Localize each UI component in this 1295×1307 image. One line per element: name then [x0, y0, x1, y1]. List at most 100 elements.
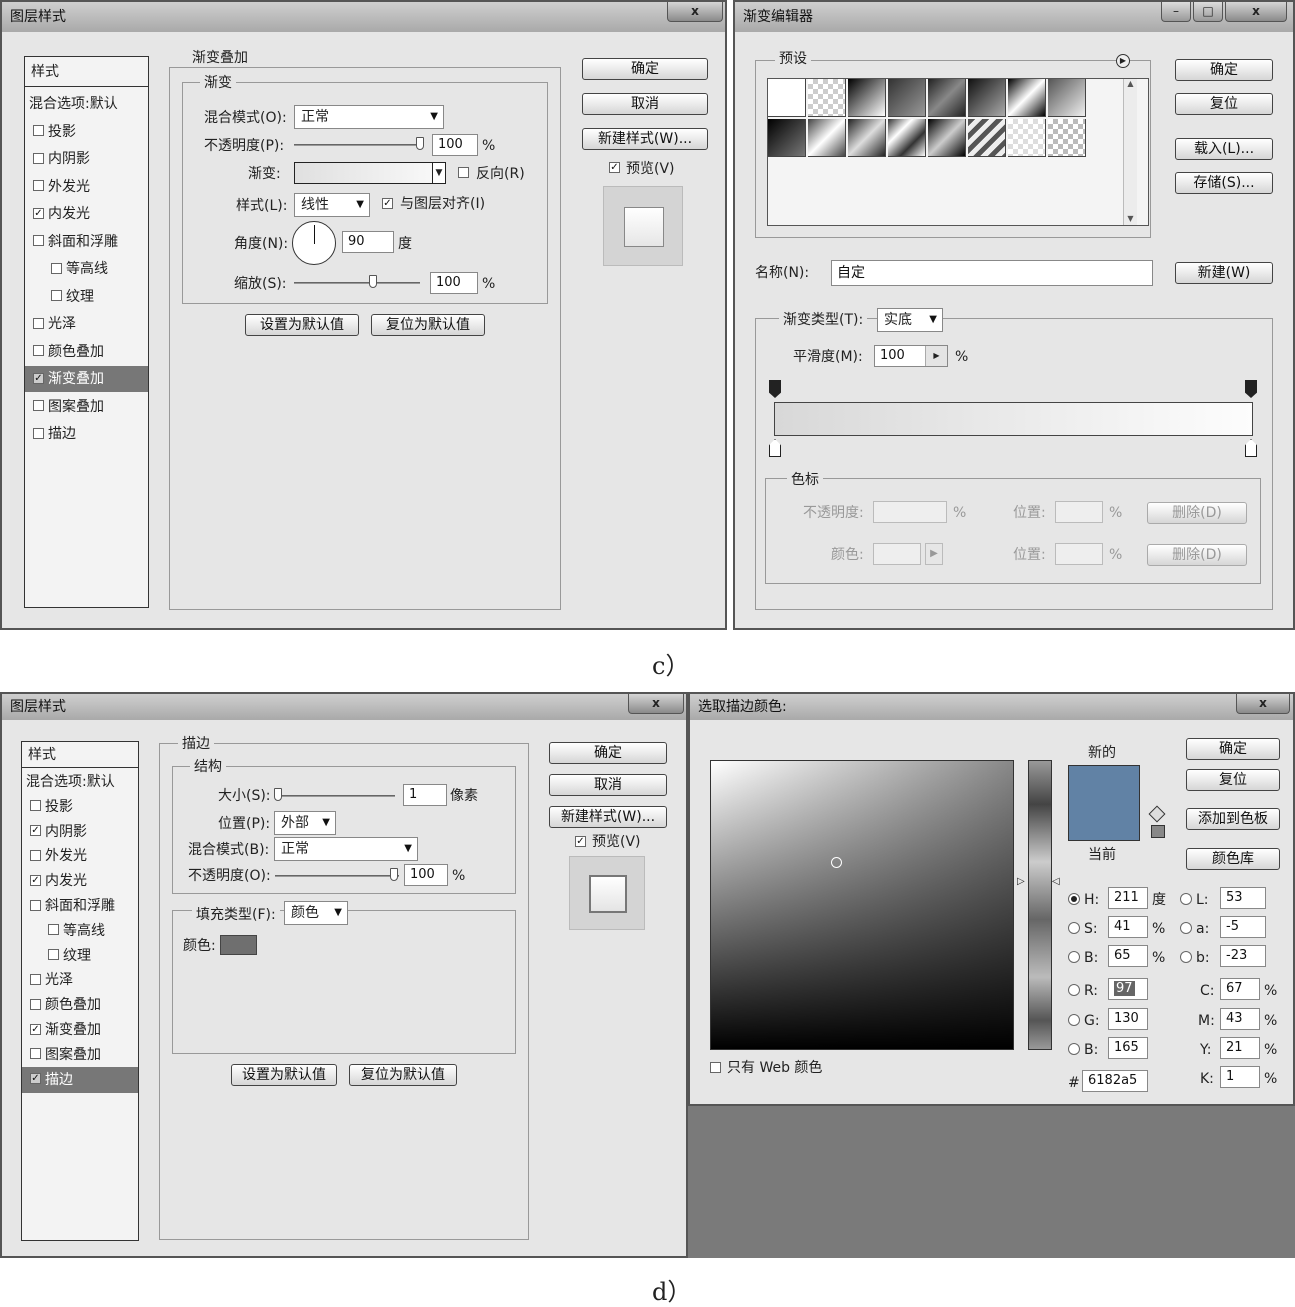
style-item-checkbox[interactable]: [33, 345, 44, 356]
g-radio[interactable]: [1068, 1014, 1080, 1026]
minimize-button[interactable]: –: [1161, 2, 1191, 22]
style-item-checkbox[interactable]: [51, 290, 62, 301]
style-item[interactable]: 投影: [25, 119, 148, 145]
k-input[interactable]: 1: [1220, 1066, 1260, 1088]
style-item[interactable]: 纹理: [22, 943, 138, 969]
hue-slider-arrow-left[interactable]: ▷: [1017, 876, 1025, 887]
scale-input[interactable]: 100: [430, 272, 478, 294]
opacity-slider-thumb[interactable]: [390, 868, 398, 881]
style-item[interactable]: 图案叠加: [25, 394, 148, 420]
gradient-preset[interactable]: [1008, 119, 1046, 157]
reset-default-button[interactable]: 复位为默认值: [371, 314, 485, 336]
gradient-swatch[interactable]: [294, 162, 446, 184]
hue-slider[interactable]: [1028, 760, 1052, 1050]
style-item[interactable]: ✓ 内阴影: [22, 819, 138, 845]
style-item-checkbox[interactable]: [30, 973, 41, 985]
gradient-preset[interactable]: [1008, 79, 1046, 117]
style-item-checkbox[interactable]: ✓: [30, 1073, 41, 1085]
position-select[interactable]: 外部 ▼: [274, 811, 336, 835]
style-item-checkbox[interactable]: [33, 180, 44, 191]
a-radio[interactable]: [1180, 922, 1192, 934]
style-item[interactable]: 等高线: [25, 256, 148, 282]
size-slider[interactable]: [275, 795, 395, 797]
y-input[interactable]: 21: [1220, 1037, 1260, 1059]
gradient-dropdown-arrow[interactable]: ▼: [432, 163, 445, 183]
new-gradient-button[interactable]: 新建(W): [1175, 262, 1273, 284]
web-only-checkbox[interactable]: [710, 1062, 721, 1073]
cancel-button[interactable]: 取消: [549, 774, 667, 796]
style-item-checkbox[interactable]: [33, 400, 44, 411]
opacity-slider-thumb[interactable]: [416, 137, 424, 150]
gradient-preset[interactable]: [928, 79, 966, 117]
style-item-checkbox[interactable]: [30, 800, 41, 812]
gradient-preset[interactable]: [848, 79, 886, 117]
presets-scrollbar[interactable]: ▲ ▼: [1123, 79, 1137, 225]
maximize-button[interactable]: □: [1193, 2, 1223, 22]
stroke-color-swatch[interactable]: [220, 935, 257, 955]
lab-b-radio[interactable]: [1180, 951, 1192, 963]
load-button[interactable]: 载入(L)...: [1175, 138, 1273, 160]
lab-b-input[interactable]: -23: [1220, 945, 1266, 967]
style-item-checkbox[interactable]: ✓: [33, 207, 44, 219]
style-item[interactable]: 图案叠加: [22, 1042, 138, 1068]
new-style-button[interactable]: 新建样式(W)...: [582, 128, 708, 150]
h-radio[interactable]: [1068, 893, 1080, 905]
style-item[interactable]: 外发光: [25, 174, 148, 200]
gradient-preset[interactable]: [768, 119, 806, 157]
align-checkbox[interactable]: ✓: [382, 198, 393, 209]
reset-button[interactable]: 复位: [1175, 93, 1273, 115]
style-item[interactable]: 斜面和浮雕: [22, 893, 138, 919]
style-item-checkbox[interactable]: ✓: [30, 1023, 41, 1035]
ok-button[interactable]: 确定: [1175, 59, 1273, 81]
l-input[interactable]: 53: [1220, 887, 1266, 909]
style-item[interactable]: 内阴影: [25, 146, 148, 172]
preview-checkbox[interactable]: ✓: [575, 836, 586, 847]
l-radio[interactable]: [1180, 893, 1192, 905]
gradient-preset[interactable]: [928, 119, 966, 157]
reset-button[interactable]: 复位: [1186, 769, 1280, 791]
style-item-checkbox[interactable]: [33, 235, 44, 246]
size-input[interactable]: 1: [403, 784, 447, 806]
style-item-checkbox[interactable]: [30, 849, 41, 861]
c-input[interactable]: 67: [1220, 978, 1260, 1000]
gradient-preset[interactable]: [1048, 79, 1086, 117]
reset-default-button[interactable]: 复位为默认值: [349, 1064, 457, 1086]
style-item-checkbox[interactable]: [33, 152, 44, 164]
gradient-preset[interactable]: [808, 79, 846, 117]
style-item[interactable]: 颜色叠加: [22, 992, 138, 1018]
brightness-input[interactable]: 65: [1108, 945, 1148, 967]
close-button[interactable]: x: [667, 2, 723, 22]
h-input[interactable]: 211: [1108, 887, 1148, 909]
angle-input[interactable]: 90: [342, 231, 394, 253]
blend-mode-select[interactable]: 正常 ▼: [294, 105, 444, 129]
ok-button[interactable]: 确定: [549, 742, 667, 764]
style-item-checkbox[interactable]: [30, 1048, 41, 1060]
style-item-checkbox[interactable]: [33, 317, 44, 329]
gradient-preset[interactable]: [768, 79, 806, 117]
a-input[interactable]: -5: [1220, 916, 1266, 938]
color-field[interactable]: [710, 760, 1014, 1050]
blue-radio[interactable]: [1068, 1043, 1080, 1055]
hue-slider-arrow-right[interactable]: ◁: [1052, 876, 1060, 887]
opacity-slider[interactable]: [275, 875, 399, 877]
gradient-preset[interactable]: [1048, 119, 1086, 157]
style-item[interactable]: ✓ 描边: [22, 1066, 138, 1093]
style-item[interactable]: ✓ 内发光: [22, 868, 138, 894]
style-item-checkbox[interactable]: [51, 262, 62, 274]
style-item[interactable]: 投影: [22, 794, 138, 820]
style-select[interactable]: 线性 ▼: [294, 193, 370, 217]
gradient-preset[interactable]: [808, 119, 846, 157]
style-item[interactable]: ✓ 渐变叠加: [25, 366, 148, 392]
r-input[interactable]: 97: [1108, 978, 1148, 1000]
blend-mode-select[interactable]: 正常 ▼: [274, 837, 418, 861]
new-style-button[interactable]: 新建样式(W)...: [549, 806, 667, 828]
opacity-slider[interactable]: [294, 144, 424, 146]
gradient-type-select[interactable]: 实底 ▼: [877, 308, 943, 332]
close-button[interactable]: x: [628, 694, 684, 714]
style-item[interactable]: 光泽: [25, 311, 148, 337]
web-safe-color-icon[interactable]: [1151, 825, 1165, 838]
style-item[interactable]: ✓ 内发光: [25, 201, 148, 227]
style-item-checkbox[interactable]: [48, 924, 59, 936]
style-item[interactable]: 混合选项:默认: [22, 769, 138, 795]
close-button[interactable]: x: [1225, 2, 1287, 22]
